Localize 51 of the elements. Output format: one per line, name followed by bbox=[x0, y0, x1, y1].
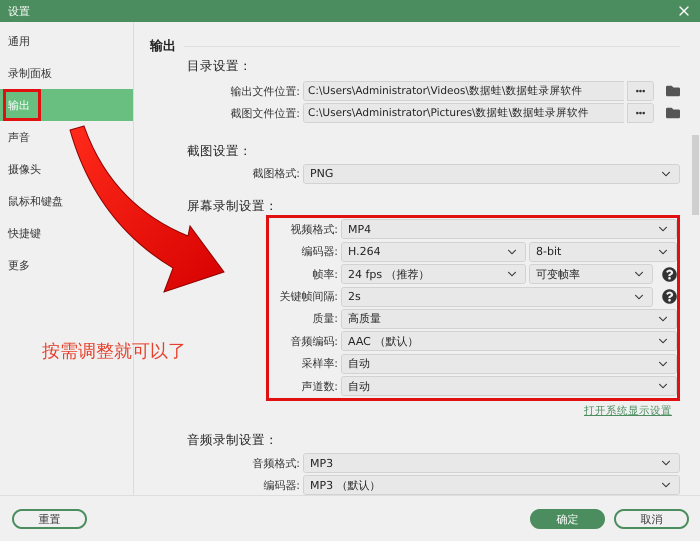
window-title: 设置 bbox=[8, 4, 30, 18]
field-label: 截图文件位置: bbox=[229, 106, 300, 121]
sidebar-item[interactable]: 鼠标和键盘 bbox=[0, 185, 71, 217]
dropdown[interactable]: 2s bbox=[341, 286, 653, 307]
section-heading: 音频录制设置： bbox=[187, 432, 279, 449]
field-label: 编码器: bbox=[262, 478, 300, 492]
dropdown[interactable]: MP3 bbox=[303, 453, 680, 473]
field-label: 采样率: bbox=[300, 356, 338, 372]
dropdown[interactable]: AAC （默认） bbox=[341, 331, 677, 352]
field-label: 关键帧间隔: bbox=[278, 289, 338, 304]
dialog-button[interactable]: 取消 bbox=[614, 508, 689, 528]
dropdown[interactable]: 8-bit bbox=[529, 242, 677, 262]
sidebar-item[interactable]: 录制面板 bbox=[0, 57, 60, 89]
dropdown[interactable]: 可变帧率 bbox=[529, 264, 653, 284]
dropdown[interactable]: MP3 （默认） bbox=[303, 475, 680, 495]
section-heading: 屏幕录制设置： bbox=[187, 198, 279, 215]
dropdown[interactable]: 24 fps （推荐） bbox=[341, 264, 526, 284]
dropdown[interactable]: 高质量 bbox=[341, 308, 677, 329]
field-label: 视频格式: bbox=[289, 222, 338, 237]
help-icon[interactable] bbox=[662, 266, 677, 282]
sidebar-item[interactable]: 通用 bbox=[0, 25, 38, 57]
annotation-note: 按需调整就可以了 bbox=[42, 340, 186, 363]
panel-title: 输出 bbox=[150, 38, 176, 55]
dropdown[interactable]: PNG bbox=[303, 164, 680, 184]
display-settings-link[interactable]: 打开系统显示设置 bbox=[584, 404, 672, 418]
path-field[interactable]: C:\Users\Administrator\Pictures\数据蛙\数据蛙录屏软件 bbox=[303, 103, 624, 124]
field-label: 音频编码: bbox=[289, 334, 338, 349]
sidebar-item[interactable]: 更多 bbox=[0, 249, 38, 281]
field-label: 声道数: bbox=[300, 378, 338, 394]
field-label: 音频格式: bbox=[251, 456, 300, 470]
confirm-button[interactable]: 确定 bbox=[530, 508, 605, 528]
dropdown[interactable]: H.264 bbox=[341, 242, 526, 262]
dropdown[interactable]: MP4 bbox=[341, 219, 677, 240]
field-label: 输出文件位置: bbox=[229, 84, 300, 99]
dialog-button[interactable]: 重置 bbox=[12, 508, 87, 528]
sidebar-item[interactable]: 声音 bbox=[0, 121, 38, 153]
section-heading: 截图设置： bbox=[187, 142, 253, 160]
scrollbar-thumb[interactable] bbox=[692, 135, 699, 215]
browse-button[interactable]: ••• bbox=[627, 81, 654, 102]
browse-button[interactable]: ••• bbox=[627, 103, 654, 124]
field-label: 截图格式: bbox=[251, 166, 300, 182]
sidebar-item[interactable]: 快捷键 bbox=[0, 217, 49, 249]
sidebar-item[interactable]: 摄像头 bbox=[0, 153, 49, 185]
dropdown[interactable]: 自动 bbox=[341, 376, 677, 396]
section-heading: 目录设置： bbox=[187, 58, 253, 76]
field-label: 帧率: bbox=[311, 266, 338, 282]
path-field[interactable]: C:\Users\Administrator\Videos\数据蛙\数据蛙录屏软件 bbox=[303, 81, 624, 102]
dropdown[interactable]: 自动 bbox=[341, 354, 677, 374]
help-icon[interactable] bbox=[662, 289, 677, 304]
field-label: 质量: bbox=[311, 311, 338, 326]
field-label: 编码器: bbox=[300, 244, 338, 260]
